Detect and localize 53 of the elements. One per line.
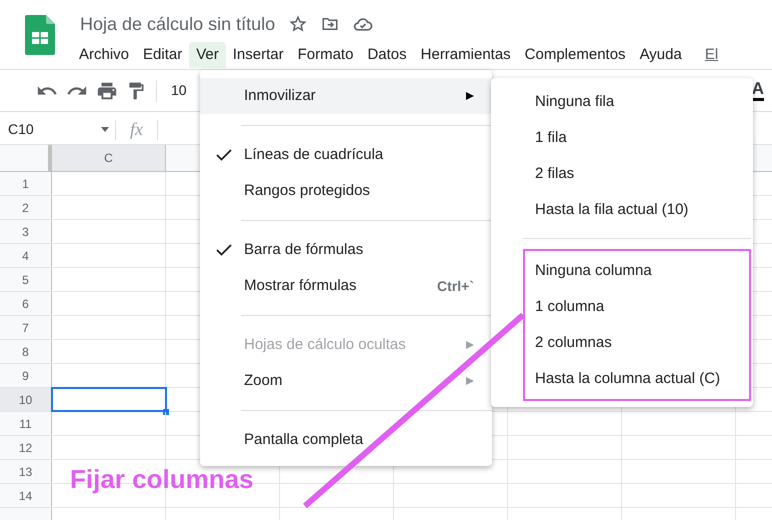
menu-option[interactable]: 2 columnas — [525, 325, 749, 361]
menu-option[interactable]: 1 columna — [525, 289, 749, 325]
row-header[interactable]: 14 — [0, 484, 52, 507]
row-header[interactable]: 4 — [0, 244, 52, 267]
menu-item[interactable]: Ayuda — [632, 42, 689, 68]
menu-option[interactable]: Hasta la columna actual (C) — [525, 361, 749, 397]
last-edit-link[interactable]: El — [704, 44, 718, 66]
row-header[interactable]: 2 — [0, 196, 52, 219]
menu-option[interactable]: Inmovilizar — [200, 78, 492, 114]
menu-option[interactable]: 1 fila — [491, 120, 753, 156]
document-title[interactable]: Hoja de cálculo sin título — [80, 10, 276, 38]
dropdown-icon — [101, 127, 109, 132]
menu-item[interactable]: Insertar — [226, 42, 291, 68]
zoom-value[interactable]: 10 — [171, 80, 187, 101]
star-icon[interactable] — [289, 15, 308, 33]
row-header[interactable]: 5 — [0, 268, 52, 291]
menu-item[interactable]: Herramientas — [414, 42, 518, 68]
menu-item[interactable]: Ver — [189, 42, 226, 68]
menu-item[interactable]: Datos — [360, 42, 414, 68]
menu-option[interactable]: Líneas de cuadrícula — [200, 137, 492, 173]
menu-option[interactable]: Ninguna columna — [525, 253, 749, 289]
menu-item[interactable]: Formato — [290, 42, 360, 68]
menu-option[interactable]: Rangos protegidos — [200, 173, 492, 209]
row-header[interactable]: 12 — [0, 436, 52, 459]
row-header[interactable]: 9 — [0, 364, 52, 387]
row-header[interactable]: 10 — [0, 388, 52, 411]
menu-option: Hojas de cálculo ocultas — [200, 327, 492, 363]
menu-option[interactable]: Mostrar fórmulas Ctrl+` — [200, 268, 492, 304]
column-header[interactable]: C — [52, 145, 166, 171]
menu-item[interactable]: Archivo — [72, 42, 136, 68]
row-header[interactable]: 3 — [0, 220, 52, 243]
menu-option[interactable]: 2 filas — [491, 156, 753, 192]
menu-item[interactable]: Editar — [136, 42, 190, 68]
row-header[interactable]: 11 — [0, 412, 52, 435]
menu-option[interactable]: Zoom — [200, 363, 492, 399]
function-label: fx — [129, 118, 144, 141]
check-icon — [216, 149, 232, 161]
annotation-label: Fijar columnas — [70, 463, 254, 496]
name-box[interactable]: C10 — [0, 119, 115, 140]
row-header[interactable]: 7 — [0, 316, 52, 339]
menu-option[interactable]: Ninguna fila — [491, 84, 753, 120]
fill-handle[interactable] — [163, 409, 169, 415]
menu-option[interactable]: Hasta la fila actual (10) — [491, 192, 753, 228]
menu-item[interactable]: Complementos — [518, 42, 633, 68]
move-folder-icon[interactable] — [321, 15, 340, 33]
row-header[interactable]: 6 — [0, 292, 52, 315]
row-header[interactable]: 8 — [0, 340, 52, 363]
check-icon — [216, 244, 232, 256]
menu-option[interactable]: Barra de fórmulas — [200, 232, 492, 268]
sheets-logo-icon — [25, 15, 55, 55]
row-header[interactable]: 1 — [0, 172, 52, 195]
menu-option[interactable]: Pantalla completa — [200, 422, 492, 458]
row-header[interactable]: 13 — [0, 460, 52, 483]
